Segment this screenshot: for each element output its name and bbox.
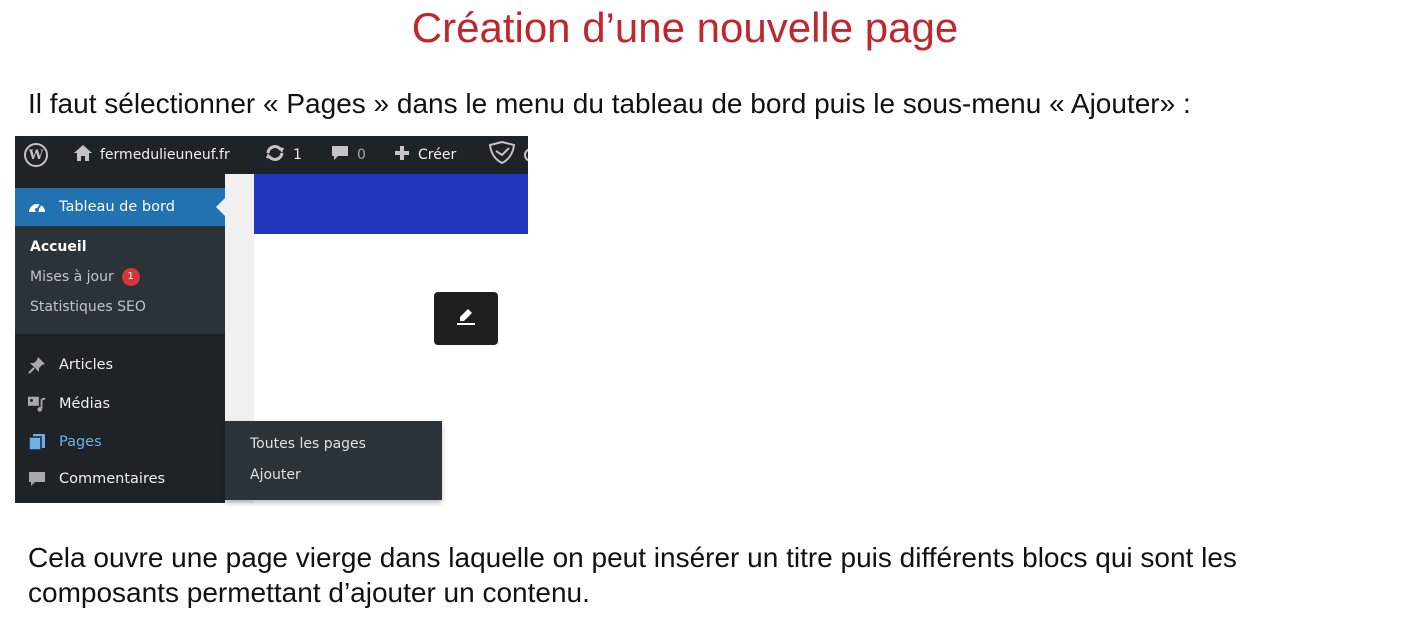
submenu-label-accueil: Accueil: [30, 239, 87, 255]
submenu-label-seo-stats: Statistiques SEO: [30, 299, 146, 315]
security-plugin-link[interactable]: [487, 136, 528, 174]
edit-button[interactable]: [434, 292, 498, 345]
submenu-label-updates: Mises à jour: [30, 269, 114, 285]
menu-item-articles[interactable]: Articles: [27, 351, 113, 379]
submenu-item-updates[interactable]: Mises à jour 1: [30, 268, 140, 286]
site-name-link[interactable]: fermedulieuneuf.fr: [73, 136, 230, 174]
outro-paragraph: Cela ouvre une page vierge dans laquelle…: [28, 542, 1237, 608]
updates-badge: 1: [121, 268, 140, 286]
comments-link[interactable]: 0: [330, 136, 366, 174]
site-header-banner: [254, 174, 528, 234]
updates-link[interactable]: 1: [264, 136, 302, 174]
pages-flyout-submenu: Toutes les pages Ajouter: [225, 421, 442, 500]
menu-label-dashboard: Tableau de bord: [59, 199, 175, 215]
menu-item-commentaires[interactable]: Commentaires: [27, 465, 165, 493]
updates-count: 1: [293, 147, 302, 163]
pages-icon: [27, 432, 47, 452]
admin-sidebar: Tableau de bord Accueil Mises à jour 1 S…: [15, 174, 225, 503]
pencil-icon: [455, 306, 477, 331]
menu-label-articles: Articles: [59, 357, 114, 373]
current-menu-arrow: [216, 198, 225, 216]
flyout-item-all-pages[interactable]: Toutes les pages: [250, 436, 366, 452]
dashboard-icon: [27, 197, 47, 217]
shield-icon: [487, 140, 517, 169]
admin-bar: W fermedulieuneuf.fr 1 0 Créer: [15, 136, 528, 174]
pin-icon: [27, 355, 47, 375]
new-content-label: Créer: [418, 147, 457, 163]
menu-label-medias: Médias: [59, 396, 111, 412]
flyout-item-add-new[interactable]: Ajouter: [250, 467, 301, 483]
media-icon: [27, 394, 47, 414]
menu-item-pages[interactable]: Pages: [27, 428, 102, 456]
wordpress-logo-button[interactable]: W: [24, 136, 48, 174]
menu-item-dashboard[interactable]: Tableau de bord: [15, 188, 225, 226]
comment-icon: [27, 469, 47, 489]
document-title: Création d’une nouvelle page: [411, 4, 959, 51]
wordpress-screenshot: W fermedulieuneuf.fr 1 0 Créer Tableau d…: [15, 136, 528, 503]
wordpress-icon: W: [24, 143, 48, 167]
dashboard-submenu: Accueil Mises à jour 1 Statistiques SEO: [15, 226, 225, 334]
intro-paragraph: Il faut sélectionner « Pages » dans le m…: [28, 88, 1191, 119]
new-content-link[interactable]: Créer: [393, 136, 456, 174]
comment-icon: [330, 144, 350, 166]
comments-count: 0: [357, 147, 366, 163]
plus-icon: [393, 144, 411, 166]
site-name-label: fermedulieuneuf.fr: [100, 147, 230, 163]
submenu-item-accueil[interactable]: Accueil: [30, 239, 87, 255]
circle-icon: [524, 148, 528, 162]
submenu-item-seo-stats[interactable]: Statistiques SEO: [30, 299, 146, 315]
home-icon: [73, 144, 93, 166]
menu-label-pages: Pages: [59, 434, 102, 450]
updates-icon: [264, 144, 286, 166]
menu-item-medias[interactable]: Médias: [27, 390, 110, 418]
menu-label-commentaires: Commentaires: [59, 471, 166, 487]
